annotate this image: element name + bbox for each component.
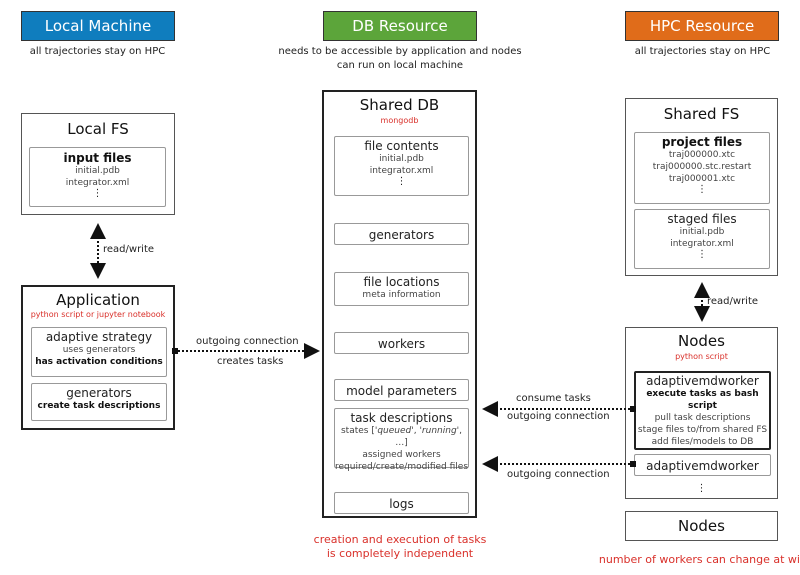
worker2-label: outgoing connection <box>507 469 610 480</box>
local-rw-label: read/write <box>103 244 155 255</box>
hpc-rw-label: read/write <box>707 296 759 307</box>
worker1-label-1: consume tasks <box>516 393 591 404</box>
connections-layer <box>90 223 710 472</box>
worker1-label-2: outgoing connection <box>507 411 610 422</box>
worker2-connection-anchor <box>630 461 636 467</box>
app-out-label-1: outgoing connection <box>196 336 299 347</box>
app-connection-anchor <box>172 348 178 354</box>
worker1-connection-anchor <box>630 406 636 412</box>
app-out-label-2: creates tasks <box>217 356 284 367</box>
